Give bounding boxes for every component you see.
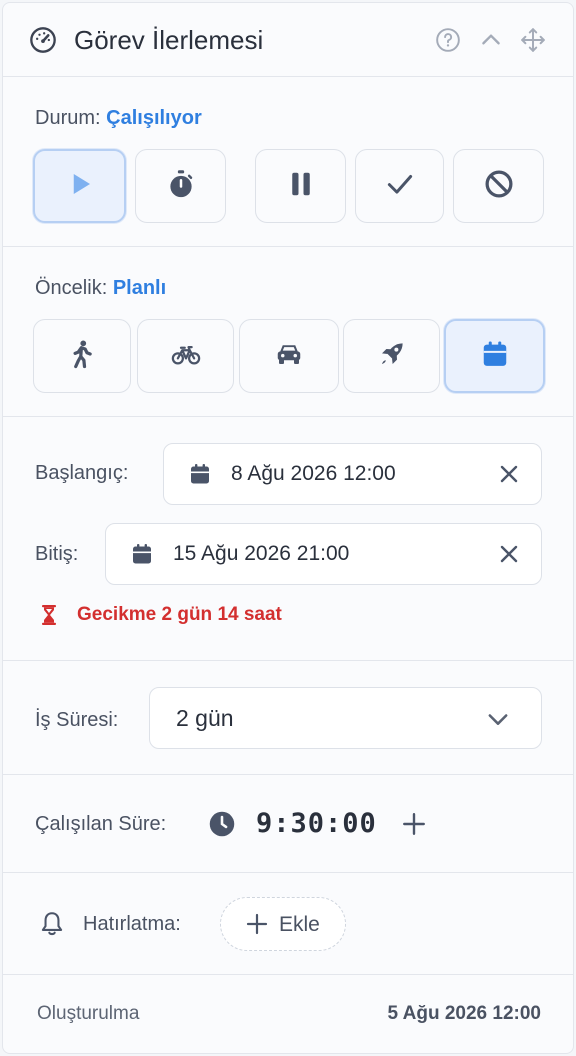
- pause-icon: [286, 169, 316, 204]
- calendar-icon: [480, 339, 510, 374]
- status-cancel-button[interactable]: [453, 149, 544, 223]
- panel-header: Görev İlerlemesi: [3, 3, 573, 77]
- created-label: Oluşturulma: [37, 1003, 140, 1024]
- priority-planned-button[interactable]: [444, 319, 545, 393]
- delay-warning-text: Gecikme 2 gün 14 saat: [77, 604, 282, 625]
- panel-title: Görev İlerlemesi: [74, 25, 264, 55]
- effort-section: İş Süresi: 2 gün: [3, 661, 573, 775]
- effort-label: İş Süresi:: [35, 709, 119, 731]
- priority-rocket-button[interactable]: [343, 319, 440, 393]
- chevron-down-icon: [484, 705, 512, 733]
- effort-value: 2 gün: [176, 705, 234, 731]
- priority-car-button[interactable]: [239, 319, 339, 393]
- status-stopwatch-button[interactable]: [135, 149, 226, 223]
- rocket-icon: [377, 339, 407, 374]
- calendar-icon: [188, 462, 212, 486]
- start-label: Başlangıç:: [35, 462, 129, 484]
- status-section: Durum: Çalışılıyor: [3, 77, 573, 247]
- speedometer-icon: [29, 26, 57, 54]
- status-done-button[interactable]: [355, 149, 444, 223]
- clock-icon: [208, 810, 236, 838]
- clear-end-icon[interactable]: [497, 542, 521, 566]
- task-progress-panel: Görev İlerlemesi Durum: Çalışılıyor Önce…: [2, 2, 574, 1054]
- status-play-button[interactable]: [33, 149, 126, 223]
- end-date-value: 15 Ağu 2026 21:00: [173, 542, 350, 565]
- status-value: Çalışılıyor: [106, 107, 202, 129]
- priority-bike-button[interactable]: [137, 319, 234, 393]
- effort-select[interactable]: 2 gün: [149, 687, 542, 749]
- worked-time: 9:30:00: [256, 808, 377, 839]
- worked-label: Çalışılan Süre:: [35, 813, 167, 835]
- priority-value: Planlı: [112, 277, 167, 299]
- bicycle-icon: [171, 339, 201, 374]
- clear-start-icon[interactable]: [497, 462, 521, 486]
- priority-walk-button[interactable]: [33, 319, 131, 393]
- add-reminder-label: Ekle: [279, 913, 320, 936]
- check-icon: [385, 169, 415, 204]
- walking-icon: [67, 339, 97, 374]
- start-date-field[interactable]: 8 Ağu 2026 12:00: [163, 443, 542, 505]
- created-value: 5 Ağu 2026 12:00: [387, 1003, 542, 1024]
- add-time-icon[interactable]: [401, 811, 427, 837]
- stopwatch-icon: [166, 169, 196, 204]
- hourglass-icon: [37, 603, 61, 627]
- start-date-value: 8 Ağu 2026 12:00: [231, 462, 396, 485]
- calendar-icon: [130, 542, 154, 566]
- reminder-label: Hatırlatma:: [83, 913, 181, 935]
- end-label: Bitiş:: [35, 543, 79, 565]
- end-date-field[interactable]: 15 Ağu 2026 21:00: [105, 523, 542, 585]
- priority-label-text: Öncelik:: [35, 277, 108, 299]
- priority-section: Öncelik: Planlı: [3, 247, 573, 417]
- priority-label: Öncelik: Planlı: [35, 277, 166, 300]
- bell-icon: [39, 910, 65, 938]
- ban-icon: [484, 169, 514, 204]
- chevron-up-icon[interactable]: [478, 27, 504, 53]
- move-icon[interactable]: [520, 27, 546, 53]
- status-label: Durum: Çalışılıyor: [35, 107, 202, 130]
- add-reminder-button[interactable]: Ekle: [220, 897, 346, 951]
- help-icon[interactable]: [435, 27, 461, 53]
- status-label-text: Durum:: [35, 107, 101, 129]
- car-icon: [274, 339, 304, 374]
- status-pause-button[interactable]: [255, 149, 346, 223]
- play-icon: [65, 169, 95, 204]
- plus-icon: [245, 912, 269, 936]
